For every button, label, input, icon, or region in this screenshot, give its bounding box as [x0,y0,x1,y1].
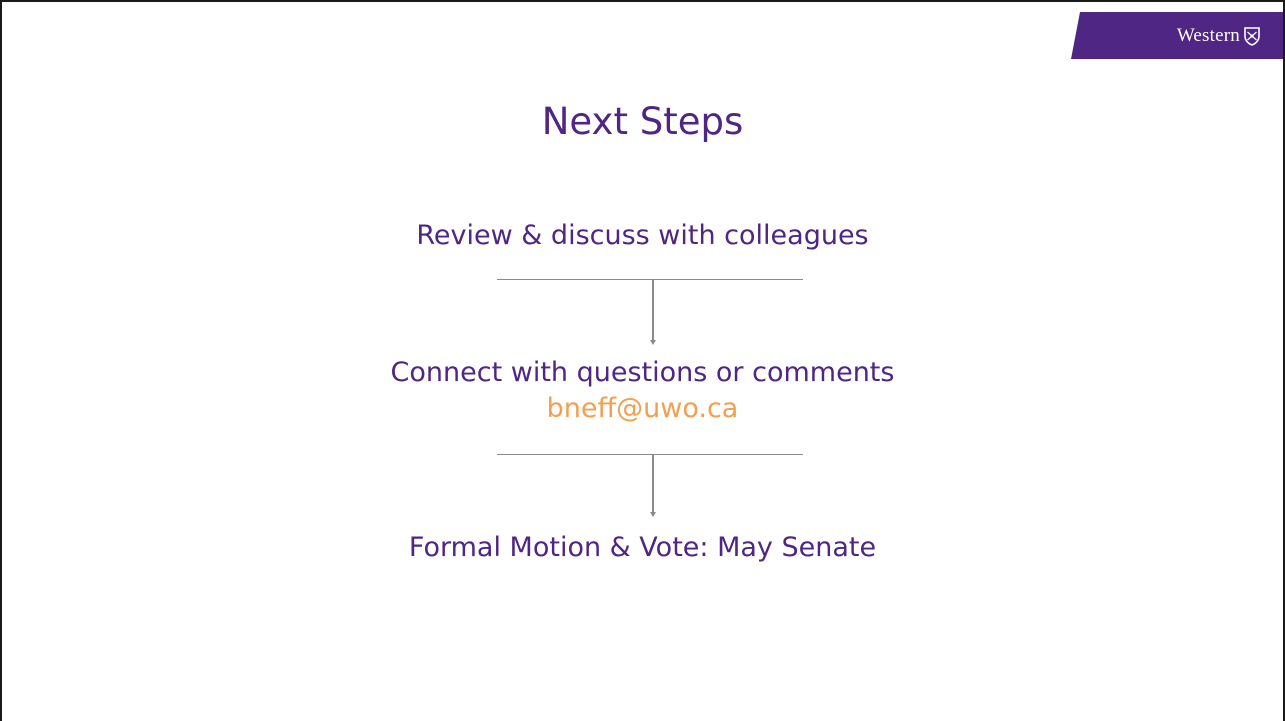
slide-title: Next Steps [541,100,744,143]
step-vote: Formal Motion & Vote: May Senate [408,532,877,563]
slide: Western Next Steps Review & discuss with… [0,0,1285,721]
email-link[interactable]: bneff@uwo.ca [2,393,1283,424]
arrow-down-icon [650,280,656,346]
arrow-down-icon [650,455,656,518]
step-review: Review & discuss with colleagues [416,220,869,251]
brand-wordmark: Western [1176,24,1240,46]
crest-icon [1244,26,1260,46]
brand-banner: Western [1071,12,1283,59]
step-connect: Connect with questions or comments [390,357,895,388]
